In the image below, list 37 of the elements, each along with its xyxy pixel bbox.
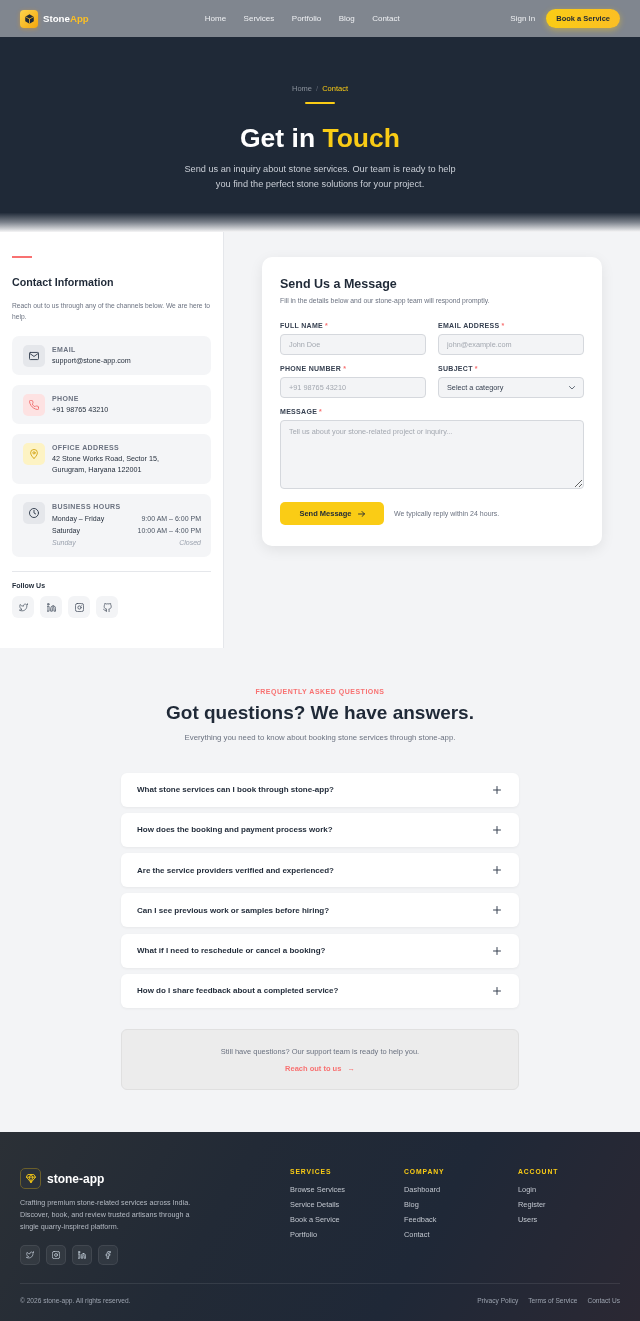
social-link[interactable]: [20, 1245, 40, 1265]
faq-question[interactable]: Can I see previous work or samples before hiring?: [121, 893, 519, 928]
chevron-down-icon: [569, 385, 575, 390]
camera-icon: [74, 602, 84, 612]
social-link[interactable]: [72, 1245, 92, 1265]
page-title: Get in Touch: [240, 122, 400, 154]
footer-brand-name: stone-app: [47, 1171, 105, 1186]
brand-name[interactable]: StoneApp: [43, 12, 89, 25]
social-link[interactable]: [68, 596, 90, 618]
github-icon: [102, 602, 112, 612]
linkedin-icon: [46, 602, 56, 612]
social-link[interactable]: [96, 596, 118, 618]
accent-line: [12, 256, 32, 258]
sign-in-link[interactable]: Sign In: [510, 13, 536, 24]
bird-icon: [26, 1251, 34, 1259]
bird-icon: [18, 602, 28, 612]
camera-icon: [52, 1251, 60, 1259]
cube-icon: [20, 9, 38, 28]
faq-question[interactable]: What stone services can I book through stone-app?: [121, 772, 519, 807]
facebook-icon: [104, 1251, 112, 1259]
faq-question[interactable]: What if I need to reschedule or cancel a booking?: [121, 933, 519, 968]
hero-subtitle: Send us an inquiry about stone services. Our team is ready to help you find the perfect stone solutions for your project.: [183, 162, 457, 191]
gem-icon: [20, 1168, 41, 1189]
social-link[interactable]: [40, 596, 62, 618]
arrow-right-icon: [357, 510, 365, 517]
faq-question[interactable]: How does the booking and payment process work?: [121, 812, 519, 847]
linkedin-icon: [78, 1251, 86, 1259]
faq-question[interactable]: Are the service providers verified and experienced?: [121, 853, 519, 888]
form-title: Send Us a Message: [280, 276, 398, 292]
faq-question[interactable]: How do I share feedback about a completed service?: [121, 974, 519, 1008]
social-link[interactable]: [12, 596, 34, 618]
social-link[interactable]: [46, 1245, 66, 1265]
social-link[interactable]: [98, 1245, 118, 1265]
section-title: Contact Information: [12, 275, 115, 289]
faq-title: Got questions? We have answers.: [166, 701, 474, 724]
nav-link[interactable]: Blog: [338, 13, 355, 24]
accent-line: [305, 102, 335, 104]
